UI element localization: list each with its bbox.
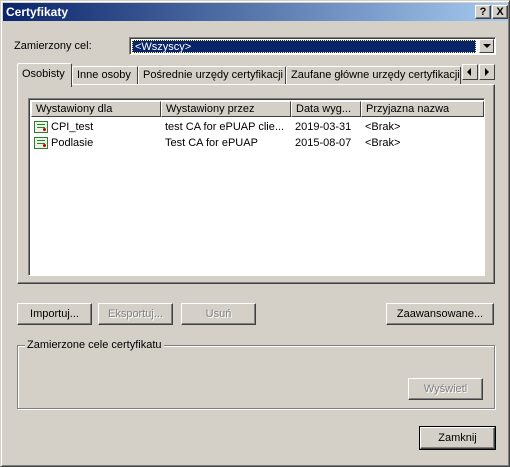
certificate-icon <box>34 137 48 149</box>
close-icon: X <box>496 6 504 18</box>
import-button[interactable]: Importuj... <box>17 303 92 325</box>
column-friendly-name[interactable]: Przyjazna nazwa <box>361 101 484 117</box>
column-issued-by[interactable]: Wystawiony przez <box>161 101 291 117</box>
cell-issued-to: CPI_test <box>51 121 94 133</box>
purpose-selected-value: <Wszyscy> <box>132 40 476 53</box>
tab-personal[interactable]: Osobisty <box>17 63 72 87</box>
column-expiry-date[interactable]: Data wyg... <box>291 101 361 117</box>
certificates-dialog: Certyfikaty ? X Zamierzony cel: <Wszyscy… <box>0 0 510 467</box>
chevron-down-icon <box>483 44 491 48</box>
cell-friendly-name: <Brak> <box>365 137 401 149</box>
cell-expiry-date: 2015-08-07 <box>295 137 352 149</box>
remove-button[interactable]: Usuń <box>181 303 256 325</box>
certificate-list[interactable]: Wystawiony dla Wystawiony przez Data wyg… <box>28 98 485 276</box>
close-button[interactable]: Zamknij <box>419 426 496 450</box>
purpose-label: Zamierzony cel: <box>14 40 92 52</box>
column-issued-to[interactable]: Wystawiony dla <box>31 101 161 117</box>
certificate-icon <box>34 121 48 133</box>
close-window-button[interactable]: X <box>492 5 508 19</box>
cell-friendly-name: <Brak> <box>365 121 401 133</box>
table-row[interactable]: CPI_test test CA for ePUAP clie... 2019-… <box>31 120 481 136</box>
tab-other-people[interactable]: Inne osoby <box>72 66 138 85</box>
purpose-dropdown-button[interactable] <box>479 39 494 53</box>
cell-issued-to: Podlasie <box>51 137 94 149</box>
cell-issued-by: Test CA for ePUAP <box>165 137 258 149</box>
help-button[interactable]: ? <box>475 5 491 19</box>
arrow-left-icon <box>467 68 471 76</box>
group-title: Zamierzone cele certyfikatu <box>25 339 164 351</box>
help-icon: ? <box>479 6 487 18</box>
tab-intermediate-cas[interactable]: Pośrednie urzędy certyfikacji <box>138 66 286 85</box>
cell-issued-by: test CA for ePUAP clie... <box>165 121 285 133</box>
tab-scroll-right-button[interactable] <box>479 64 495 80</box>
export-button[interactable]: Eksportuj... <box>98 303 173 325</box>
title-bar[interactable]: Certyfikaty ? X <box>3 3 508 21</box>
arrow-right-icon <box>485 68 489 76</box>
tab-scroll-left-button[interactable] <box>462 64 478 80</box>
tab-trusted-root-cas[interactable]: Zaufane główne urzędy certyfikacji <box>286 66 461 85</box>
window-title: Certyfikaty <box>6 5 69 19</box>
cell-expiry-date: 2019-03-31 <box>295 121 352 133</box>
advanced-button[interactable]: Zaawansowane... <box>386 303 494 325</box>
view-button[interactable]: Wyświetl <box>408 378 483 400</box>
table-row[interactable]: Podlasie Test CA for ePUAP 2015-08-07 <B… <box>31 136 481 152</box>
purpose-select[interactable]: <Wszyscy> <box>129 37 496 55</box>
